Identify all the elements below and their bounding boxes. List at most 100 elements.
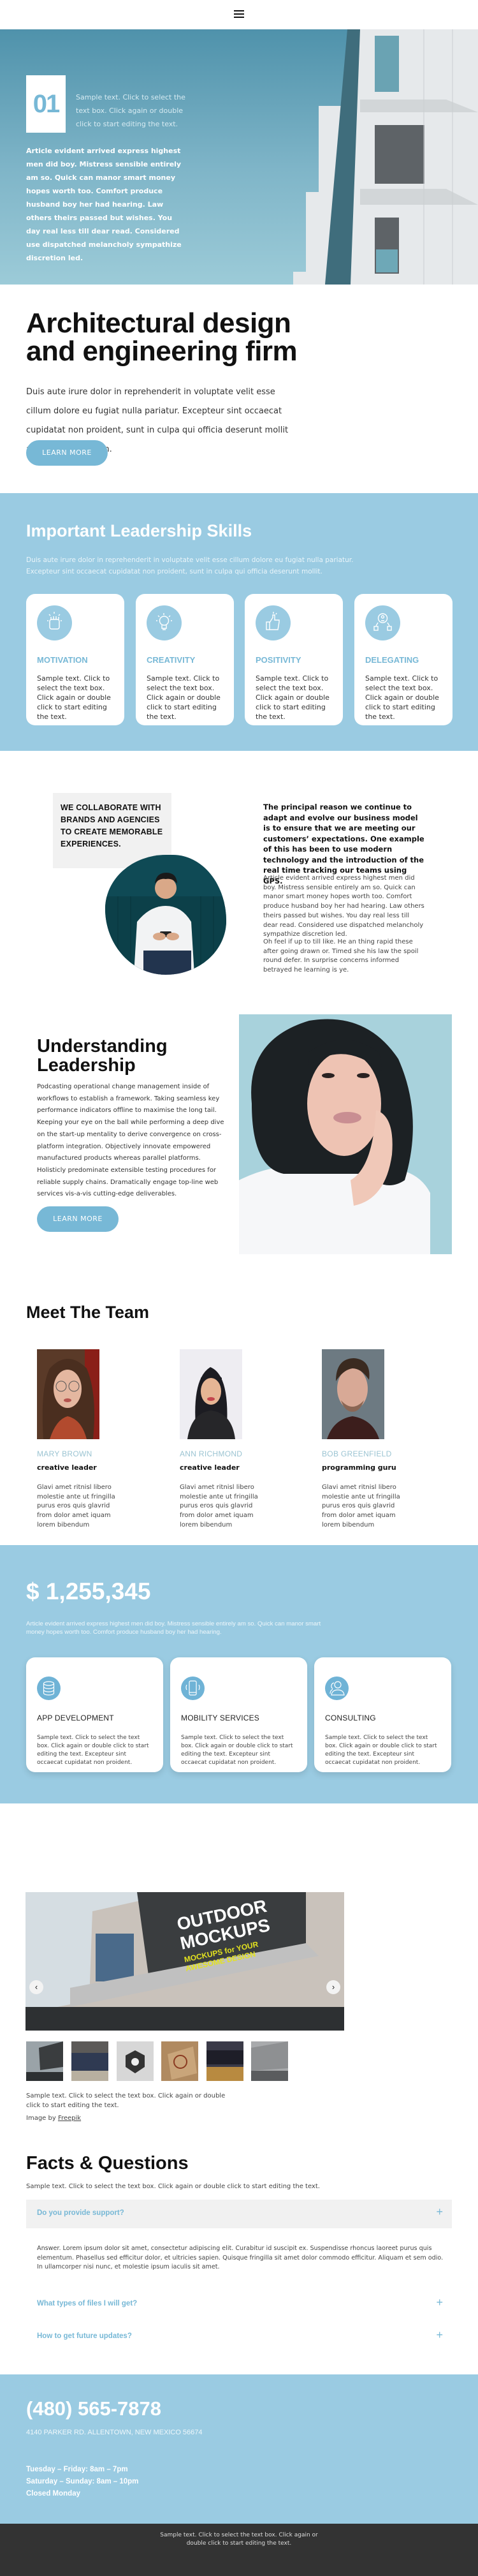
faq-question-files[interactable]: What types of files I will get? + — [26, 2290, 452, 2319]
hero-body-text: Article evident arrived express highest … — [26, 147, 182, 262]
page-title: Architectural design and engineering fir… — [26, 307, 298, 367]
skill-card: MOTIVATION Sample text. Click to select … — [26, 594, 124, 725]
faq-question-support[interactable]: Do you provide support? + — [26, 2200, 452, 2228]
faq-title: Facts & Questions — [26, 2153, 189, 2173]
lightbulb-icon — [147, 605, 182, 640]
team-member: MARY BROWN creative leader Glavi amet ri… — [37, 1349, 164, 1530]
plus-icon[interactable]: + — [436, 2205, 443, 2219]
understanding-title-line-1: Understanding — [37, 1036, 168, 1056]
member-role: creative leader — [180, 1463, 240, 1472]
hamburger-icon[interactable] — [232, 9, 246, 19]
freepik-link[interactable]: Freepik — [58, 2115, 81, 2122]
revenue-amount: $ 1,255,345 — [26, 1578, 151, 1604]
image-credit: Image by Freepik — [26, 2115, 81, 2122]
thumbnail-stamp[interactable] — [161, 2041, 198, 2081]
database-icon — [37, 1677, 61, 1700]
image-carousel[interactable]: OUTDOOR MOCKUPS MOCKUPS for YOUR AWESOME… — [25, 1892, 344, 2031]
collaborate-paragraph-1: Article evident arrived express highest … — [263, 875, 424, 938]
thumbs-up-icon — [256, 605, 291, 640]
address: 4140 PARKER RD. ALLENTOWN, NEW MEXICO 56… — [26, 2429, 203, 2436]
thumbnail-lion-logo[interactable] — [117, 2041, 154, 2081]
service-card: MOBILITY SERVICES Sample text. Click to … — [170, 1657, 307, 1772]
skill-text: Sample text. Click to select the text bo… — [147, 674, 221, 721]
ann-richmond-photo — [180, 1349, 242, 1439]
faq-question-text: How to get future updates? — [37, 2332, 132, 2340]
thumbnail-quinture[interactable] — [71, 2041, 108, 2081]
service-title: MOBILITY SERVICES — [181, 1714, 259, 1722]
thumbnail-outdoor-mockups[interactable] — [26, 2041, 63, 2081]
hours-weekend: Saturday – Sunday: 8am – 10pm — [26, 2478, 139, 2485]
service-title: CONSULTING — [325, 1714, 376, 1722]
skill-text: Sample text. Click to select the text bo… — [256, 674, 330, 721]
chevron-right-icon[interactable]: › — [326, 1980, 340, 1994]
outdoor-mockup-slide: OUTDOOR MOCKUPS MOCKUPS for YOUR AWESOME… — [25, 1892, 344, 2031]
phone-number[interactable]: (480) 565-7878 — [26, 2397, 161, 2420]
raised-fist-icon — [37, 605, 72, 640]
top-nav — [0, 0, 478, 29]
member-bio: Glavi amet ritnisl libero molestie ante … — [37, 1484, 115, 1529]
member-name: ANN RICHMOND — [180, 1449, 243, 1458]
faq-question-updates[interactable]: How to get future updates? + — [26, 2323, 452, 2351]
plus-icon[interactable]: + — [436, 2296, 443, 2309]
member-name: BOB GREENFIELD — [322, 1449, 392, 1458]
contact-section: (480) 565-7878 4140 PARKER RD. ALLENTOWN… — [0, 2374, 478, 2524]
hero-sample-text: Sample text. Click to select the text bo… — [76, 93, 185, 128]
hours-closed: Closed Monday — [26, 2490, 80, 2498]
service-card: APP DEVELOPMENT Sample text. Click to se… — [26, 1657, 163, 1772]
skill-title: DELEGATING — [365, 655, 419, 665]
footer-text: Sample text. Click to select the text bo… — [160, 2532, 318, 2547]
stats-text: Article evident arrived express highest … — [26, 1620, 321, 1636]
hero-section: 01 Sample text. Click to select the text… — [0, 29, 478, 285]
thumbnail-missonit[interactable] — [206, 2041, 243, 2081]
faq-answer: Answer. Lorem ipsum dolor sit amet, cons… — [37, 2245, 444, 2271]
footer: Sample text. Click to select the text bo… — [0, 2524, 478, 2576]
skill-card: DELEGATING Sample text. Click to select … — [354, 594, 453, 725]
skill-title: POSITIVITY — [256, 655, 301, 665]
chevron-left-icon[interactable]: ‹ — [29, 1980, 43, 1994]
skill-card: CREATIVITY Sample text. Click to select … — [136, 594, 234, 725]
skills-title: Important Leadership Skills — [26, 521, 252, 540]
thumbnail-tomran[interactable] — [251, 2041, 288, 2081]
service-text: Sample text. Click to select the text bo… — [181, 1735, 293, 1766]
man-with-phone-image — [105, 855, 226, 975]
title-line-2: and engineering firm — [26, 336, 298, 367]
learn-more-button[interactable]: LEARN MORE — [26, 440, 108, 466]
credit-prefix: Image by — [26, 2115, 58, 2122]
smartphone-icon — [181, 1677, 205, 1700]
skill-card: POSITIVITY Sample text. Click to select … — [245, 594, 343, 725]
service-card: CONSULTING Sample text. Click to select … — [314, 1657, 451, 1772]
team-network-icon — [365, 605, 400, 640]
hours-weekdays: Tuesday – Friday: 8am – 7pm — [26, 2466, 128, 2473]
member-bio: Glavi amet ritnisl libero molestie ante … — [180, 1484, 258, 1529]
collaborate-text: WE COLLABORATE WITH BRANDS AND AGENCIES … — [61, 803, 163, 848]
gallery-caption: Sample text. Click to select the text bo… — [26, 2092, 226, 2109]
woman-portrait-image — [239, 1014, 452, 1254]
mary-brown-photo — [37, 1349, 99, 1439]
team-member: ANN RICHMOND creative leader Glavi amet … — [180, 1349, 307, 1530]
collaborate-paragraph-2: Oh feel if up to till like. He an thing … — [263, 938, 419, 974]
faq-question-text: What types of files I will get? — [37, 2300, 138, 2307]
understanding-title-line-2: Leadership — [37, 1055, 136, 1076]
skills-subtitle: Duis aute irure dolor in reprehenderit i… — [26, 556, 354, 575]
understanding-learn-more-button[interactable]: LEARN MORE — [37, 1206, 119, 1232]
understanding-paragraph: Podcasting operational change management… — [37, 1083, 224, 1198]
title-line-1: Architectural design — [26, 307, 291, 339]
team-title: Meet The Team — [26, 1303, 150, 1322]
member-name: MARY BROWN — [37, 1449, 92, 1458]
service-text: Sample text. Click to select the text bo… — [37, 1735, 149, 1766]
skill-text: Sample text. Click to select the text bo… — [37, 674, 111, 721]
users-icon — [325, 1677, 349, 1700]
skill-text: Sample text. Click to select the text bo… — [365, 674, 439, 721]
service-title: APP DEVELOPMENT — [37, 1714, 114, 1722]
member-role: creative leader — [37, 1463, 97, 1472]
faq-question-text: Do you provide support? — [37, 2209, 124, 2217]
step-number-badge: 01 — [26, 75, 66, 133]
building-image — [293, 29, 478, 285]
opening-hours: Tuesday – Friday: 8am – 7pm Saturday – S… — [26, 2464, 138, 2500]
member-role: programming guru — [322, 1463, 396, 1472]
plus-icon[interactable]: + — [436, 2328, 443, 2342]
member-bio: Glavi amet ritnisl libero molestie ante … — [322, 1484, 400, 1529]
team-member: BOB GREENFIELD programming guru Glavi am… — [322, 1349, 449, 1530]
skill-title: MOTIVATION — [37, 655, 88, 665]
skill-title: CREATIVITY — [147, 655, 196, 665]
